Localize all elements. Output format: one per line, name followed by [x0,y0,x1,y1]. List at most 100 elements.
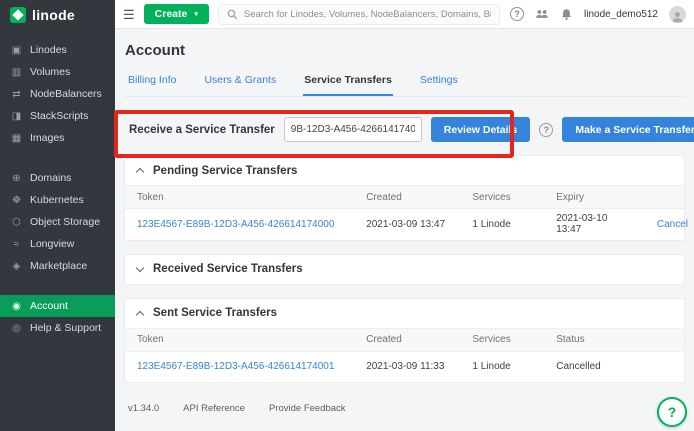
volumes-icon: ▥ [10,67,23,78]
sidebar-item-label: Kubernetes [30,194,84,206]
sidebar-item-label: Images [30,132,64,144]
col-header-status: Status [544,328,684,351]
topbar: ☰ Create ▾ ? linode_demo512 [115,0,694,29]
question-icon: ? [668,404,677,420]
sidebar-item-account[interactable]: ◉ Account [0,295,115,317]
panel-title: Received Service Transfers [153,263,303,275]
sidebar-nav: ▣ Linodes ▥ Volumes ⇄ NodeBalancers ◨ St… [0,39,115,339]
sidebar-divider [0,149,115,167]
status-cell: Cancelled [544,351,684,382]
sidebar-item-kubernetes[interactable]: ☸ Kubernetes [0,189,115,211]
sidebar-item-label: Domains [30,172,71,184]
stackscripts-icon: ◨ [10,111,23,122]
sidebar-item-help-support[interactable]: ◎ Help & Support [0,317,115,339]
sidebar-divider [0,277,115,295]
sidebar: linode ▣ Linodes ▥ Volumes ⇄ NodeBalance… [0,0,115,431]
received-transfers-panel: Received Service Transfers [124,254,685,285]
chevron-down-icon [136,264,144,272]
token-link[interactable]: 123E4567-E89B-12D3-A456-426614174000 [137,219,334,230]
table-row: 123E4567-E89B-12D3-A456-426614174001 202… [125,351,684,382]
panel-title: Sent Service Transfers [153,307,277,319]
col-header-services: Services [460,328,544,351]
search-box[interactable] [218,4,500,25]
search-icon [227,9,238,20]
sidebar-item-marketplace[interactable]: ◈ Marketplace [0,255,115,277]
version-label: v1.34.0 [128,403,159,414]
api-reference-link[interactable]: API Reference [183,403,245,414]
chevron-up-icon [136,310,144,318]
provide-feedback-link[interactable]: Provide Feedback [269,403,346,414]
tab-users-grants[interactable]: Users & Grants [203,68,277,96]
receive-transfer-label: Receive a Service Transfer [129,124,275,136]
username-label[interactable]: linode_demo512 [584,9,658,20]
hamburger-menu-icon[interactable]: ☰ [123,8,135,21]
received-panel-toggle[interactable]: Received Service Transfers [125,255,684,284]
tab-settings[interactable]: Settings [419,68,459,96]
sidebar-item-volumes[interactable]: ▥ Volumes [0,61,115,83]
search-input[interactable] [244,9,491,20]
cancel-link[interactable]: Cancel [657,219,688,230]
table-header-row: Token Created Services Expiry [125,186,684,209]
make-service-transfer-button[interactable]: Make a Service Transfer [562,117,694,142]
sent-panel-toggle[interactable]: Sent Service Transfers [125,299,684,328]
account-icon: ◉ [10,301,23,312]
tab-billing-info[interactable]: Billing Info [127,68,177,96]
help-bubble-button[interactable]: ? [657,397,687,427]
page-footer: v1.34.0 API Reference Provide Feedback [124,398,685,419]
pending-panel-toggle[interactable]: Pending Service Transfers [125,156,684,185]
longview-icon: ≈ [10,239,23,250]
pending-transfers-panel: Pending Service Transfers Token Created … [124,155,685,241]
table-row: 123E4567-E89B-12D3-A456-426614174000 202… [125,209,684,240]
col-header-action [645,186,684,209]
object-storage-icon: ⬡ [10,217,23,228]
receive-transfer-row: Receive a Service Transfer Review Detail… [124,117,685,142]
linodes-icon: ▣ [10,45,23,56]
sidebar-item-label: Help & Support [30,322,101,334]
linode-logo-icon [10,7,26,23]
expiry-cell: 2021-03-10 13:47 [544,209,645,240]
account-tabs: Billing Info Users & Grants Service Tran… [124,68,685,97]
kubernetes-icon: ☸ [10,195,23,206]
services-cell: 1 Linode [460,351,544,382]
sidebar-item-label: StackScripts [30,110,88,122]
marketplace-icon: ◈ [10,261,23,272]
transfer-token-input[interactable] [284,117,422,142]
col-header-created: Created [354,328,460,351]
panel-title: Pending Service Transfers [153,165,297,177]
col-header-services: Services [460,186,544,209]
sidebar-item-label: Object Storage [30,216,100,228]
help-support-icon: ◎ [10,323,23,334]
transfer-help-icon[interactable]: ? [539,123,553,137]
sidebar-item-stackscripts[interactable]: ◨ StackScripts [0,105,115,127]
sidebar-item-domains[interactable]: ⊕ Domains [0,167,115,189]
sidebar-item-label: Account [30,300,68,312]
services-cell: 1 Linode [460,209,544,240]
sidebar-item-linodes[interactable]: ▣ Linodes [0,39,115,61]
sidebar-item-nodebalancers[interactable]: ⇄ NodeBalancers [0,83,115,105]
help-question-icon[interactable]: ? [510,7,524,21]
community-icon[interactable] [535,7,549,21]
sidebar-item-object-storage[interactable]: ⬡ Object Storage [0,211,115,233]
created-cell: 2021-03-09 13:47 [354,209,460,240]
main-content: Account Billing Info Users & Grants Serv… [115,29,694,431]
chevron-up-icon [136,168,144,176]
col-header-token: Token [125,186,354,209]
sidebar-item-label: Marketplace [30,260,87,272]
sent-transfers-table: Token Created Services Status 123E4567-E… [125,328,684,383]
token-link[interactable]: 123E4567-E89B-12D3-A456-426614174001 [137,361,334,372]
sidebar-item-images[interactable]: ▦ Images [0,127,115,149]
create-button-label: Create [155,8,188,20]
created-cell: 2021-03-09 11:33 [354,351,460,382]
linode-logo[interactable]: linode [0,0,115,29]
create-button[interactable]: Create ▾ [144,4,209,24]
pending-transfers-table: Token Created Services Expiry 123E4567-E… [125,185,684,240]
tab-service-transfers[interactable]: Service Transfers [303,68,393,96]
sidebar-item-longview[interactable]: ≈ Longview [0,233,115,255]
table-header-row: Token Created Services Status [125,328,684,351]
col-header-expiry: Expiry [544,186,645,209]
review-details-button[interactable]: Review Details [431,117,531,142]
chevron-down-icon: ▾ [194,10,198,18]
notifications-bell-icon[interactable] [560,8,573,21]
user-avatar[interactable] [669,6,686,23]
sidebar-item-label: NodeBalancers [30,88,102,100]
